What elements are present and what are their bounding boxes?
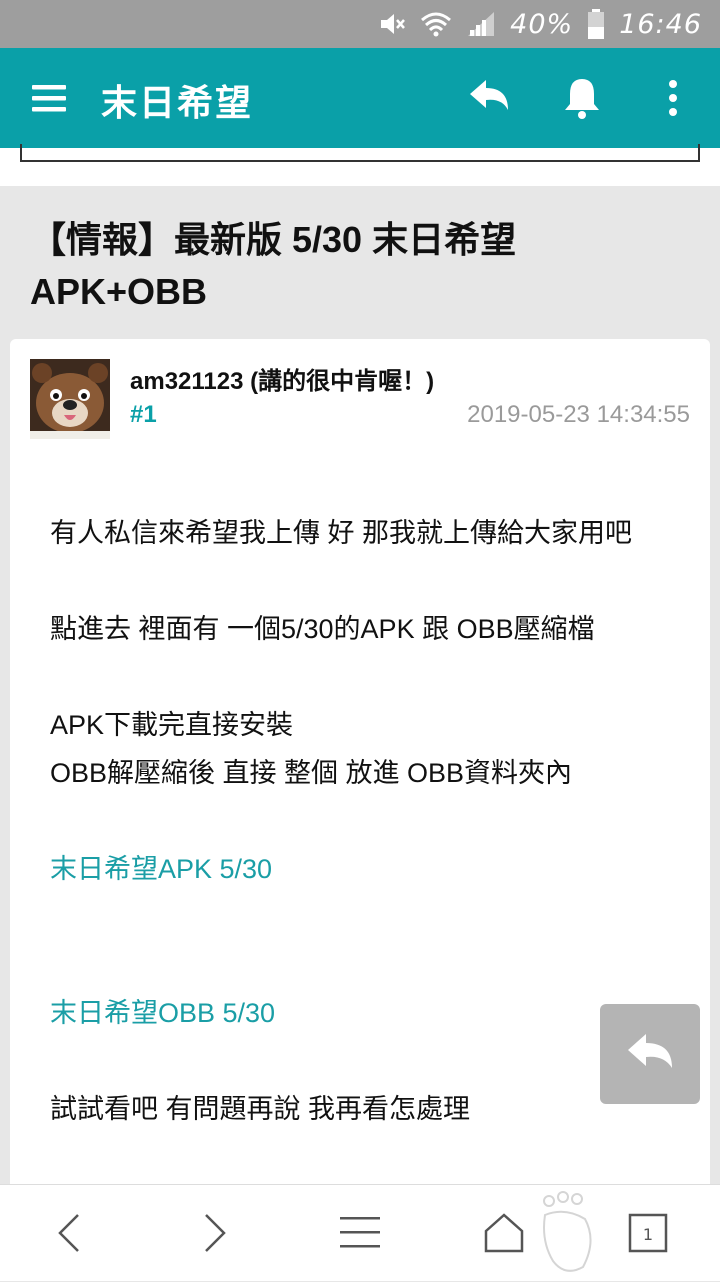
post-line: APK下載完直接安裝	[50, 710, 294, 740]
post-author[interactable]: am321123 (講的很中肯喔！)	[130, 361, 434, 396]
obb-download-link[interactable]: 末日希望OBB 5/30	[50, 998, 275, 1028]
bell-icon[interactable]	[562, 76, 602, 120]
battery-icon	[587, 9, 605, 39]
post-floor: #1	[130, 401, 157, 428]
post-line: 點進去 裡面有 一個5/30的APK 跟 OBB壓縮檔	[50, 614, 595, 644]
app-bar: 末日希望	[0, 48, 720, 148]
more-icon[interactable]	[664, 78, 682, 118]
clock: 16:46	[619, 8, 702, 40]
menu-lines-icon[interactable]	[338, 1211, 382, 1255]
post-line: 有人私信來希望我上傳 好 那我就上傳給大家用吧	[50, 518, 633, 548]
content-box-edge	[20, 144, 700, 162]
reply-fab[interactable]	[600, 1004, 700, 1104]
tab-count: 1	[643, 1225, 653, 1244]
post-line: OBB解壓縮後 直接 整個 放進 OBB資料夾內	[50, 758, 573, 788]
browser-bottom-nav: 1	[0, 1184, 720, 1281]
post-date: 2019-05-23 14:34:55	[467, 401, 690, 428]
mute-icon	[378, 10, 406, 38]
post-line: 試試看吧 有問題再說 我再看怎處理	[50, 1094, 471, 1124]
tabs-icon[interactable]: 1	[626, 1211, 670, 1255]
footprint-watermark-icon	[535, 1191, 605, 1277]
reply-icon[interactable]	[468, 78, 512, 118]
status-bar: 40% 16:46	[0, 0, 720, 48]
reply-icon	[628, 1034, 672, 1068]
app-title: 末日希望	[101, 82, 254, 123]
post-card: am321123 (講的很中肯喔！) #1 2019-05-23 14:34:5…	[10, 339, 710, 1239]
forward-icon[interactable]	[192, 1211, 236, 1255]
battery-percent: 40%	[510, 8, 574, 40]
post-body: 有人私信來希望我上傳 好 那我就上傳給大家用吧 點進去 裡面有 一個5/30的A…	[50, 509, 680, 1133]
signal-icon	[466, 10, 496, 38]
menu-icon[interactable]	[32, 80, 68, 116]
top-strip	[0, 144, 720, 186]
thread-title: 【情報】最新版 5/30 末日希望 APK+OBB	[30, 219, 517, 312]
apk-download-link[interactable]: 末日希望APK 5/30	[50, 854, 272, 884]
back-icon[interactable]	[48, 1211, 92, 1255]
avatar[interactable]	[30, 359, 110, 439]
home-icon[interactable]	[482, 1211, 526, 1255]
wifi-icon	[420, 10, 452, 38]
